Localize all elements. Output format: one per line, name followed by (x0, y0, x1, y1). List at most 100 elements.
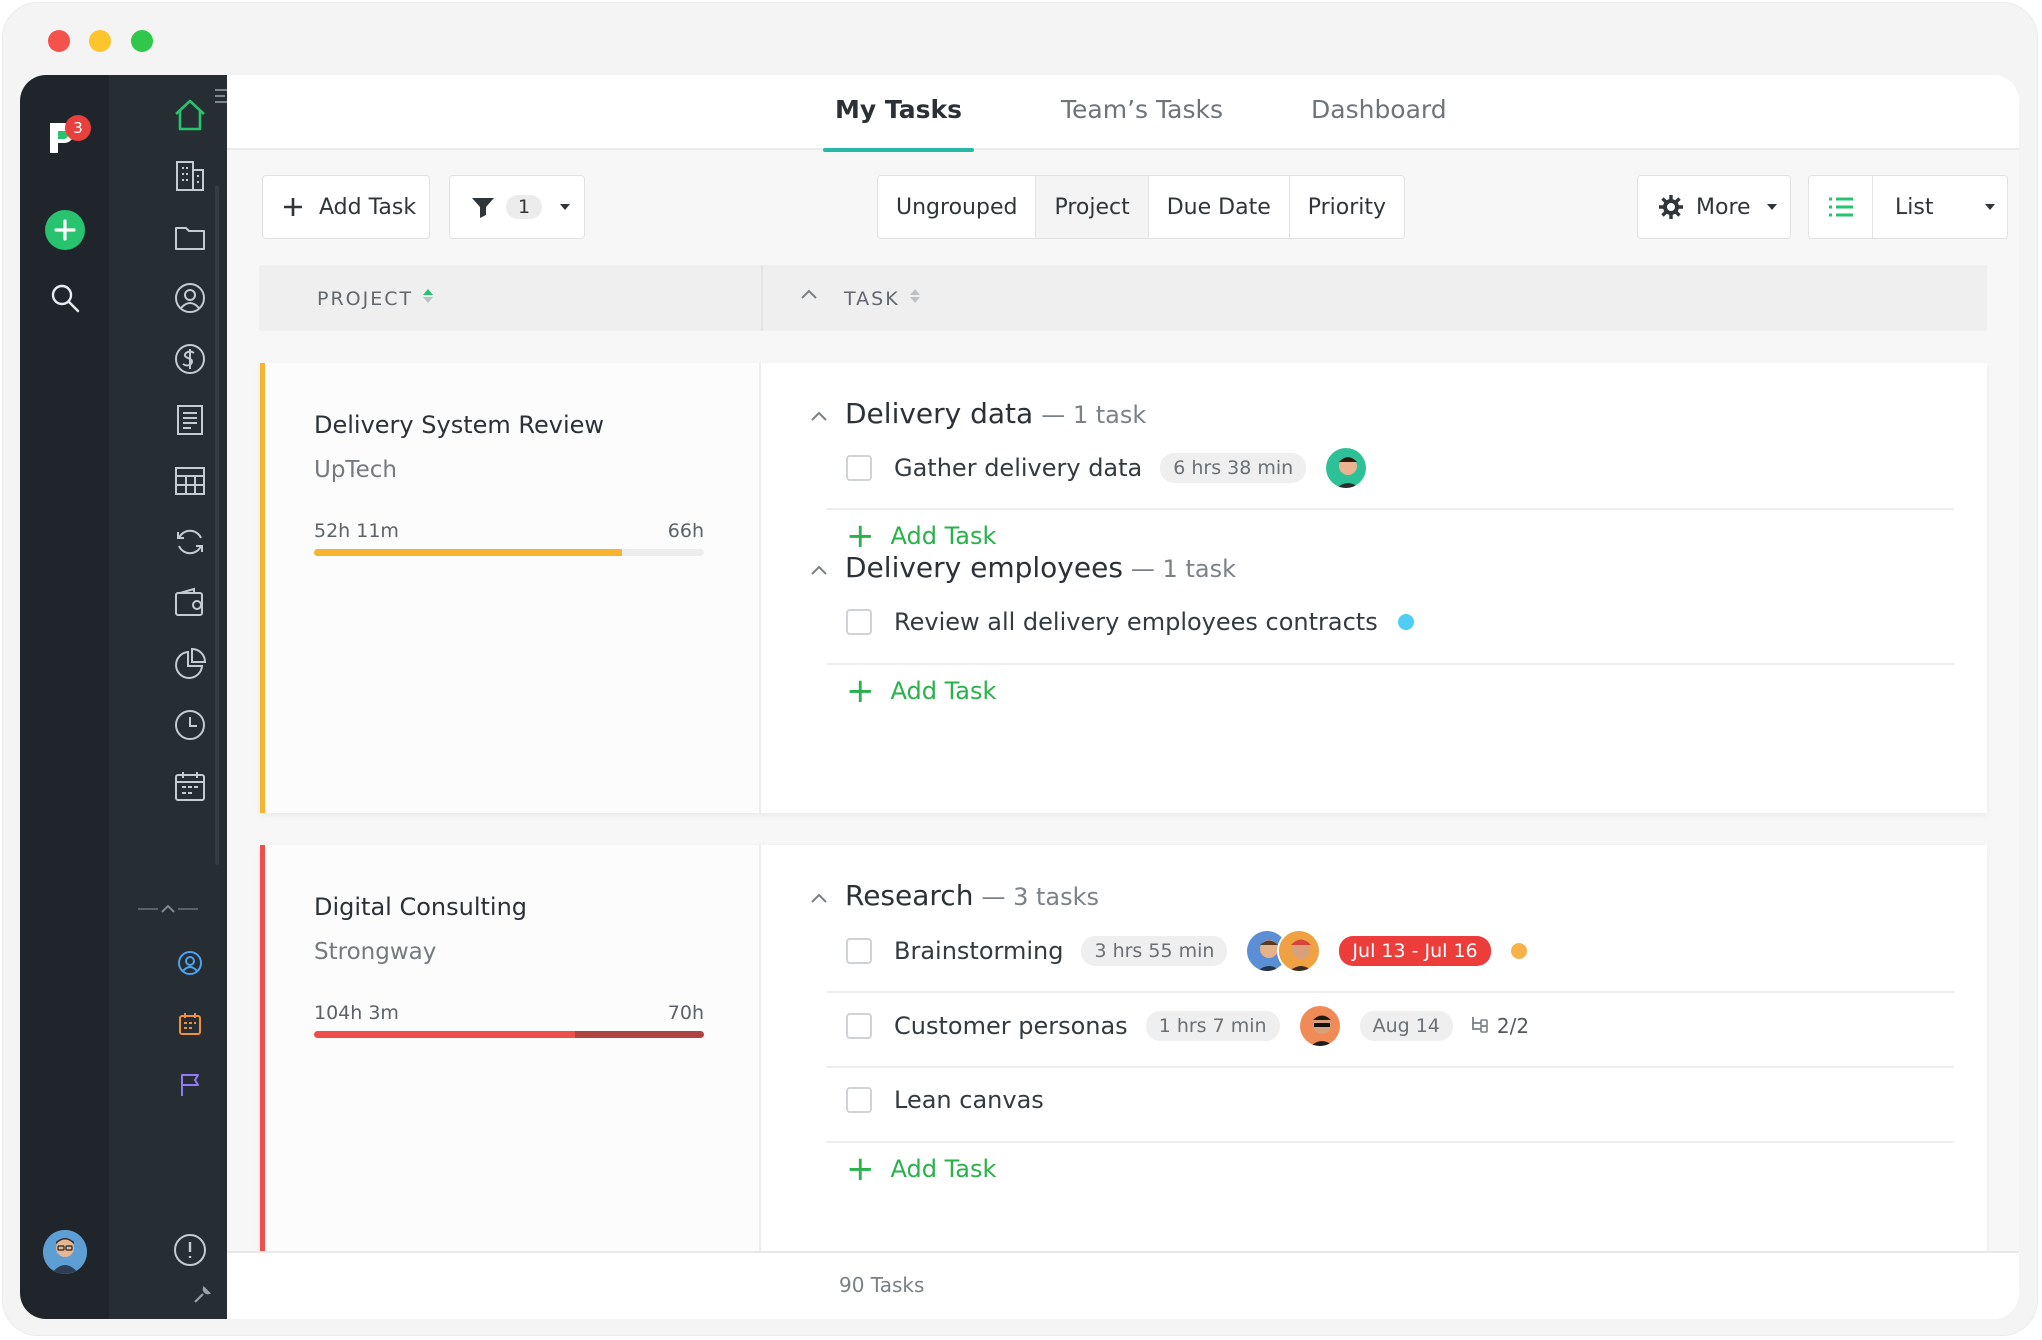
project-name[interactable]: Delivery System Review (314, 411, 604, 439)
notification-badge[interactable]: 3 (65, 115, 91, 141)
task-row[interactable]: Gather delivery data 6 hrs 38 min (846, 445, 1369, 491)
group-priority-button[interactable]: Priority (1290, 176, 1404, 238)
collapse-all-icon[interactable] (799, 287, 819, 301)
filter-button[interactable]: 1 (449, 175, 585, 239)
total-tasks-count: 90 Tasks (839, 1273, 925, 1297)
refresh-icon[interactable] (170, 522, 210, 562)
budget-progress-bar (314, 1031, 704, 1038)
group-project-button[interactable]: Project (1036, 176, 1149, 238)
more-button[interactable]: More (1637, 175, 1791, 239)
wrench-icon[interactable] (192, 1285, 212, 1309)
project-column-header[interactable]: PROJECT (317, 287, 435, 310)
client-name[interactable]: Strongway (314, 939, 436, 965)
tab-my-tasks[interactable]: My Tasks (823, 95, 974, 152)
time-budget: 66h (667, 520, 704, 542)
group-due-date-button[interactable]: Due Date (1149, 176, 1290, 238)
list-view-icon[interactable] (1809, 176, 1873, 238)
document-icon[interactable] (170, 400, 210, 440)
tasklist-name: Delivery employees (845, 551, 1123, 584)
task-row[interactable]: Review all delivery employees contracts (846, 599, 1414, 645)
task-column-header[interactable]: TASK (844, 287, 922, 310)
label-color-dot (1397, 614, 1414, 630)
budget-progress-bar (314, 549, 704, 556)
task-name[interactable]: Review all delivery employees contracts (894, 608, 1378, 636)
collapse-tasklist-icon[interactable] (808, 887, 830, 909)
tab-teams-tasks[interactable]: Team’s Tasks (1061, 95, 1223, 150)
sidebar-scrollbar[interactable] (215, 185, 219, 865)
tasklist-count: — 1 task (1130, 555, 1236, 583)
tab-label: My Tasks (835, 95, 962, 124)
collapse-tasklist-icon[interactable] (808, 405, 830, 427)
tasklist-title[interactable]: Research — 3 tasks (845, 879, 1099, 912)
table-icon[interactable] (170, 461, 210, 501)
caret-down-icon (560, 204, 571, 210)
task-checkbox[interactable] (846, 609, 872, 635)
assignee-avatar[interactable] (1324, 446, 1369, 490)
task-row[interactable]: Lean canvas (846, 1077, 1044, 1123)
task-checkbox[interactable] (846, 1087, 872, 1113)
progress-labels: 52h 11m 66h (314, 520, 704, 542)
view-switcher[interactable]: List (1808, 175, 2008, 239)
task-name[interactable]: Brainstorming (894, 937, 1063, 965)
collapse-tasklist-icon[interactable] (808, 559, 830, 581)
tasklist-name: Delivery data (845, 397, 1034, 430)
task-row[interactable]: Brainstorming 3 hrs 55 min Jul 13 - Jul … (846, 928, 1527, 974)
subtasks-indicator[interactable]: 2/2 (1469, 1014, 1529, 1038)
project-group: Delivery System Review UpTech 52h 11m 66… (260, 363, 1987, 813)
wallet-icon[interactable] (170, 583, 210, 623)
add-task-link[interactable]: + Add Task (846, 1152, 996, 1186)
time-spent: 52h 11m (314, 520, 399, 542)
sidebar-divider[interactable] (136, 901, 200, 915)
info-icon[interactable] (170, 1230, 210, 1270)
budget-progress-fill (314, 549, 623, 556)
flag-icon[interactable] (170, 1065, 210, 1105)
search-icon[interactable] (47, 280, 83, 316)
task-name[interactable]: Lean canvas (894, 1086, 1044, 1114)
active-tab-indicator (823, 148, 974, 152)
add-task-button[interactable]: Add Task (262, 175, 430, 239)
due-date-badge[interactable]: Aug 14 (1359, 1011, 1453, 1041)
tasklist-title[interactable]: Delivery employees — 1 task (845, 551, 1236, 584)
subtask-icon (1472, 1017, 1488, 1033)
pie-chart-icon[interactable] (170, 644, 210, 684)
column-separator (761, 265, 763, 331)
minimize-window-button[interactable] (89, 30, 111, 52)
add-task-link[interactable]: + Add Task (846, 674, 996, 708)
grouping-segmented-control: Ungrouped Project Due Date Priority (877, 175, 1406, 239)
tasklist-title[interactable]: Delivery data — 1 task (845, 397, 1146, 430)
task-name[interactable]: Customer personas (894, 1012, 1128, 1040)
account-icon[interactable] (170, 943, 210, 983)
tab-dashboard[interactable]: Dashboard (1311, 95, 1447, 150)
assignee-avatar[interactable] (1297, 1004, 1342, 1048)
folder-icon[interactable] (170, 217, 210, 257)
task-checkbox[interactable] (846, 455, 872, 481)
project-name[interactable]: Digital Consulting (314, 893, 527, 921)
task-header-label: TASK (844, 288, 900, 310)
calendar-icon[interactable] (170, 766, 210, 806)
group-ungrouped-button[interactable]: Ungrouped (878, 176, 1037, 238)
add-task-link[interactable]: + Add Task (846, 519, 996, 553)
project-summary: Delivery System Review UpTech 52h 11m 66… (260, 363, 761, 813)
due-date-badge[interactable]: Jul 13 - Jul 16 (1339, 936, 1491, 966)
progress-labels: 104h 3m 70h (314, 1002, 704, 1024)
add-icon[interactable] (45, 210, 85, 250)
sort-icon (423, 289, 434, 303)
time-tracked-badge: 3 hrs 55 min (1081, 936, 1228, 966)
clock-icon[interactable] (170, 705, 210, 745)
main-panel: My Tasks Team’s Tasks Dashboard Add Task… (227, 75, 2019, 1319)
user-circle-icon[interactable] (170, 278, 210, 318)
client-name[interactable]: UpTech (314, 457, 397, 483)
home-icon[interactable] (170, 95, 210, 135)
task-checkbox[interactable] (846, 1013, 872, 1039)
building-icon[interactable] (170, 156, 210, 196)
tasklist-count: — 3 tasks (981, 883, 1099, 911)
dollar-icon[interactable] (170, 339, 210, 379)
close-window-button[interactable] (48, 30, 70, 52)
maximize-window-button[interactable] (131, 30, 153, 52)
task-name[interactable]: Gather delivery data (894, 454, 1142, 482)
assignee-avatar[interactable] (1277, 929, 1322, 973)
task-row[interactable]: Customer personas 1 hrs 7 min Aug 14 2/2 (846, 1003, 1529, 1049)
schedule-icon[interactable] (170, 1004, 210, 1044)
avatar[interactable] (43, 1230, 87, 1274)
task-checkbox[interactable] (846, 938, 872, 964)
